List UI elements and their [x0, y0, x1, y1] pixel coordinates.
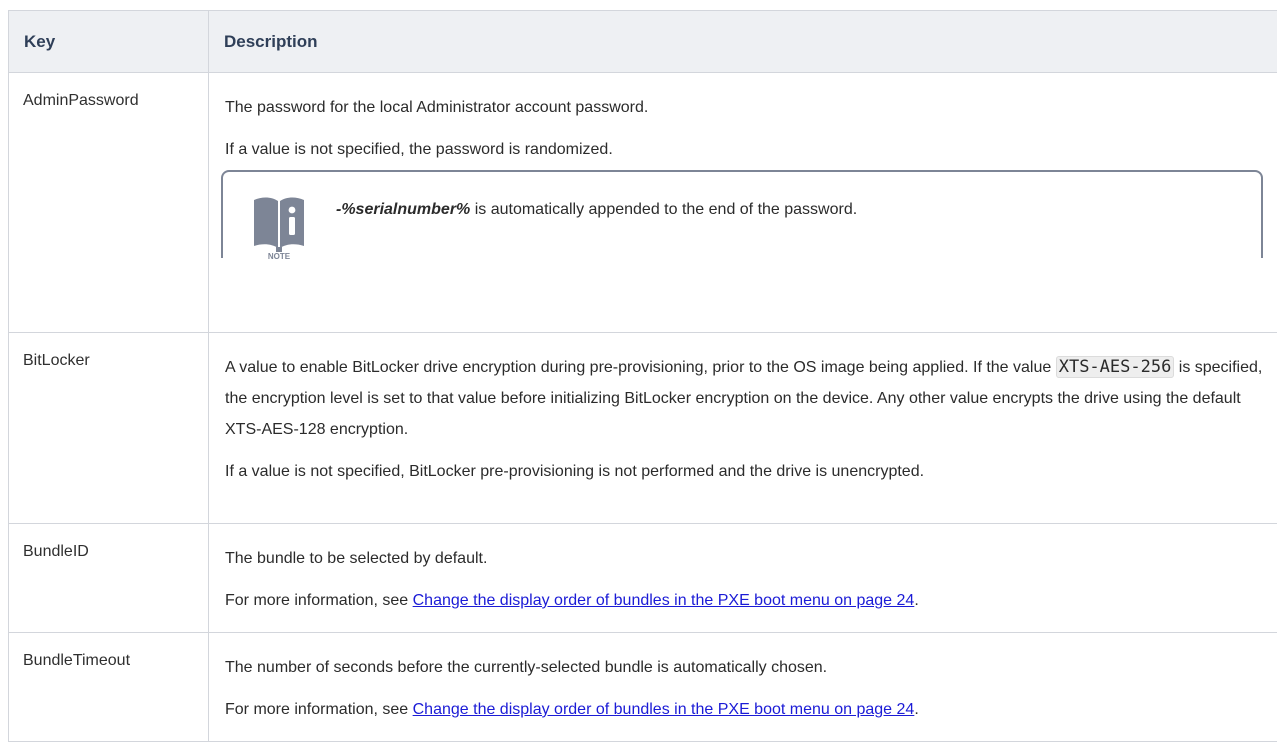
table-row: AdminPassword The password for the local…: [9, 73, 1277, 333]
note-emphasis: -%serialnumber%: [336, 201, 470, 218]
description-cell: The password for the local Administrator…: [209, 73, 1277, 333]
table-row: BundleID The bundle to be selected by de…: [9, 524, 1277, 633]
more-info-suffix: .: [914, 701, 918, 718]
code-value: XTS-AES-256: [1056, 356, 1175, 378]
more-info-prefix: For more information, see: [225, 592, 413, 609]
description-line: The bundle to be selected by default.: [225, 543, 1271, 574]
description-line: The password for the local Administrator…: [225, 92, 1271, 123]
key-cell: BitLocker: [9, 333, 209, 524]
bundle-order-link[interactable]: Change the display order of bundles in t…: [413, 592, 915, 609]
note-text: -%serialnumber% is automatically appende…: [336, 198, 857, 222]
description-paragraph: A value to enable BitLocker drive encryp…: [225, 352, 1271, 445]
more-info-suffix: .: [914, 592, 918, 609]
key-cell: AdminPassword: [9, 73, 209, 333]
description-cell: The number of seconds before the current…: [209, 633, 1277, 742]
note-label: NOTE: [268, 252, 291, 260]
table-row: BitLocker A value to enable BitLocker dr…: [9, 333, 1277, 524]
table-header-row: Key Description: [9, 11, 1277, 73]
more-info-prefix: For more information, see: [225, 701, 413, 718]
description-line: If a value is not specified, the passwor…: [225, 134, 1271, 165]
column-header-key: Key: [9, 11, 209, 73]
note-body: is automatically appended to the end of …: [470, 201, 857, 218]
column-header-description: Description: [209, 11, 1277, 73]
description-text: A value to enable BitLocker drive encryp…: [225, 359, 1056, 376]
more-info-line: For more information, see Change the dis…: [225, 694, 1271, 725]
bundle-order-link[interactable]: Change the display order of bundles in t…: [413, 701, 915, 718]
description-line: The number of seconds before the current…: [225, 652, 1271, 683]
description-line: If a value is not specified, BitLocker p…: [225, 456, 1271, 487]
keys-table: Key Description AdminPassword The passwo…: [8, 10, 1277, 742]
note-book-icon: NOTE: [254, 196, 304, 260]
key-cell: BundleTimeout: [9, 633, 209, 742]
more-info-line: For more information, see Change the dis…: [225, 585, 1271, 616]
note-callout: NOTE -%serialnumber% is automatically ap…: [221, 170, 1263, 258]
table-row: BundleTimeout The number of seconds befo…: [9, 633, 1277, 742]
description-cell: The bundle to be selected by default. Fo…: [209, 524, 1277, 633]
key-cell: BundleID: [9, 524, 209, 633]
description-cell: A value to enable BitLocker drive encryp…: [209, 333, 1277, 524]
